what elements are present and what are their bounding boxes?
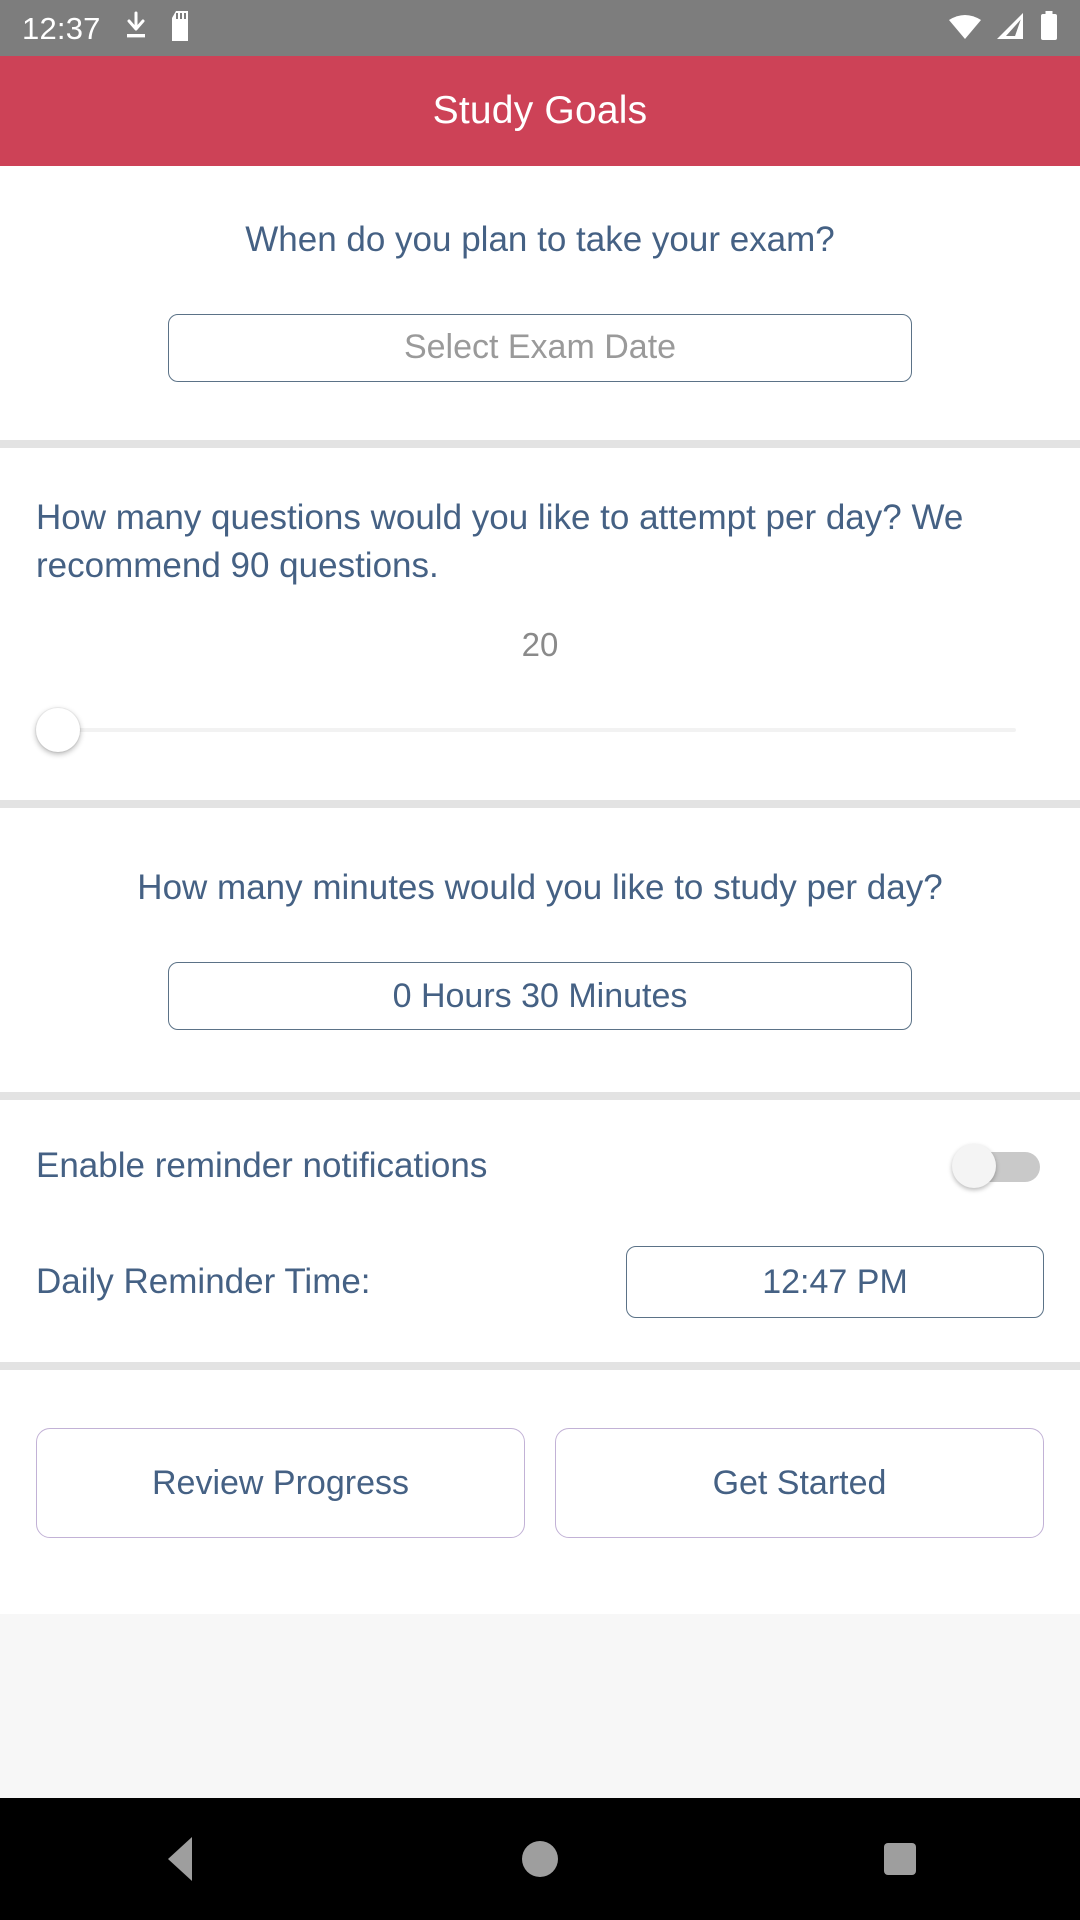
reminder-time-row: Daily Reminder Time: 12:47 PM bbox=[36, 1246, 1044, 1319]
questions-per-day-question: How many questions would you like to att… bbox=[36, 497, 964, 586]
exam-date-question: When do you plan to take your exam? bbox=[245, 220, 835, 259]
study-duration-field[interactable]: 0 Hours 30 Minutes bbox=[168, 962, 912, 1031]
settings-scroll-container[interactable]: When do you plan to take your exam? Sele… bbox=[0, 166, 1080, 1798]
battery-icon bbox=[1040, 10, 1058, 46]
sd-card-icon bbox=[171, 10, 193, 46]
questions-slider[interactable] bbox=[36, 700, 1044, 760]
section-divider bbox=[0, 439, 1080, 448]
app-bar: Study Goals bbox=[0, 56, 1080, 166]
home-button[interactable] bbox=[450, 1798, 630, 1920]
review-progress-button[interactable]: Review Progress bbox=[36, 1428, 525, 1539]
reminder-toggle-label: Enable reminder notifications bbox=[36, 1146, 488, 1186]
reminder-time-button[interactable]: 12:47 PM bbox=[626, 1246, 1044, 1319]
questions-per-day-section: How many questions would you like to att… bbox=[0, 447, 1080, 801]
get-started-button[interactable]: Get Started bbox=[555, 1428, 1044, 1539]
status-bar-right bbox=[948, 10, 1058, 46]
section-divider bbox=[0, 800, 1080, 809]
wifi-icon bbox=[948, 12, 982, 45]
minutes-per-day-question: How many minutes would you like to study… bbox=[137, 868, 943, 908]
page-title: Study Goals bbox=[432, 89, 648, 132]
recents-icon bbox=[884, 1843, 916, 1875]
slider-track bbox=[36, 728, 1016, 733]
status-bar-clock: 12:37 bbox=[22, 10, 101, 46]
reminder-toggle-row: Enable reminder notifications bbox=[36, 1144, 1044, 1189]
content-filler bbox=[0, 1614, 1080, 1798]
back-button[interactable] bbox=[90, 1798, 270, 1920]
reminder-time-label: Daily Reminder Time: bbox=[36, 1262, 371, 1302]
minutes-per-day-section: How many minutes would you like to study… bbox=[0, 808, 1080, 1093]
cellular-signal-icon bbox=[996, 12, 1026, 45]
android-navigation-bar bbox=[0, 1798, 1080, 1920]
home-icon bbox=[522, 1841, 558, 1877]
slider-thumb[interactable] bbox=[36, 708, 80, 753]
exam-date-field[interactable]: Select Exam Date bbox=[168, 313, 912, 382]
toggle-thumb[interactable] bbox=[952, 1144, 996, 1189]
exam-date-placeholder: Select Exam Date bbox=[403, 328, 677, 367]
questions-slider-value: 20 bbox=[521, 626, 559, 664]
reminders-section: Enable reminder notifications Daily Remi… bbox=[0, 1100, 1080, 1363]
exam-date-section: When do you plan to take your exam? Sele… bbox=[0, 166, 1080, 440]
status-bar-left: 12:37 bbox=[22, 10, 193, 46]
section-divider bbox=[0, 1362, 1080, 1371]
app-root: 12:37 Study Goals When do you plan to ta… bbox=[0, 0, 1080, 1920]
back-icon bbox=[168, 1837, 192, 1881]
section-divider bbox=[0, 1092, 1080, 1101]
study-duration-value: 0 Hours 30 Minutes bbox=[392, 976, 688, 1015]
download-icon bbox=[123, 11, 149, 46]
status-bar: 12:37 bbox=[0, 0, 1080, 56]
reminder-notifications-toggle[interactable] bbox=[952, 1144, 1044, 1189]
actions-section: Review Progress Get Started bbox=[0, 1370, 1080, 1615]
recents-button[interactable] bbox=[810, 1798, 990, 1920]
